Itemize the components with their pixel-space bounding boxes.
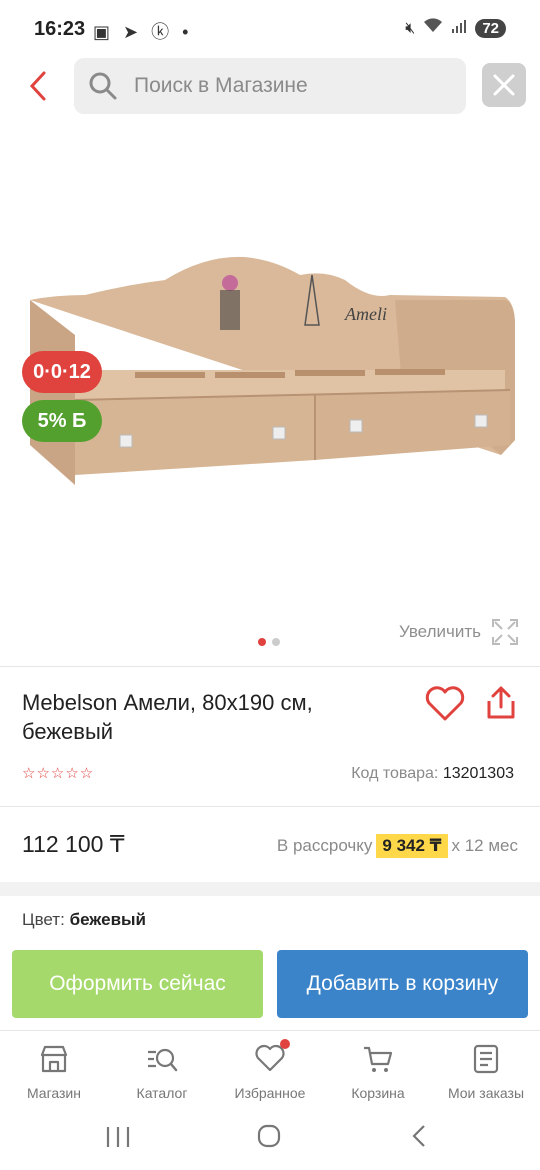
system-nav-bar: [0, 1108, 540, 1170]
back-icon[interactable]: [408, 1123, 432, 1149]
sku-value: 13201303: [442, 765, 514, 782]
product-price: 112 100 ₸: [22, 831, 125, 857]
gallery-dots: [258, 638, 280, 646]
status-bar: 16:23 ▣ ➤ ⓚ • 🔇︎ 72: [0, 0, 540, 56]
status-time: 16:23: [34, 18, 86, 40]
zoom-button[interactable]: Увеличить: [399, 618, 519, 646]
installment-term: x 12 мес: [451, 836, 519, 855]
product-image[interactable]: Ameli: [15, 255, 525, 625]
nav-item-catalog[interactable]: Каталог: [108, 1031, 216, 1106]
product-title: Mebelson Амели, 80x190 см, бежевый: [22, 690, 313, 744]
share-icon: [487, 686, 515, 719]
close-button[interactable]: [482, 63, 526, 107]
nav-item-favorites[interactable]: Избранное: [216, 1031, 324, 1106]
nav-label: Мои заказы: [447, 1085, 525, 1101]
nav-item-cart[interactable]: Корзина: [324, 1031, 432, 1106]
bonus-badge: 5% Б: [22, 400, 102, 442]
back-button[interactable]: [22, 64, 58, 108]
divider: [0, 666, 540, 667]
product-sku: Код товара: 13201303: [351, 765, 514, 783]
favorite-button[interactable]: [424, 684, 466, 724]
color-label: Цвет:: [22, 910, 65, 929]
orders-icon: [473, 1044, 499, 1074]
shop-icon: [40, 1045, 68, 1073]
installment-info[interactable]: В рассрочку 9 342 ₸ x 12 мес: [277, 834, 518, 858]
wifi-icon: [423, 18, 443, 39]
close-icon: [493, 74, 515, 96]
section-divider: [0, 882, 540, 896]
sku-label: Код товара:: [351, 765, 439, 782]
divider: [0, 806, 540, 807]
nav-item-shop[interactable]: Магазин: [0, 1031, 108, 1106]
nav-label: Каталог: [136, 1085, 188, 1101]
bottom-nav: Магазин Каталог Избранное Корзина Мои за…: [0, 1030, 540, 1106]
search-bar[interactable]: [74, 58, 466, 114]
recent-apps-icon[interactable]: [104, 1124, 132, 1150]
heart-icon: [425, 686, 465, 721]
expand-icon: [492, 619, 518, 645]
catalog-search-icon: [148, 1048, 178, 1072]
nav-label: Магазин: [26, 1085, 81, 1101]
signal-icon: [451, 18, 467, 39]
gallery-dot[interactable]: [272, 638, 280, 646]
cart-icon: [364, 1046, 393, 1072]
buy-now-button[interactable]: Оформить сейчас: [12, 950, 263, 1018]
gallery-dot[interactable]: [258, 638, 266, 646]
color-value: бежевый: [69, 910, 146, 929]
mute-icon: 🔇︎: [405, 19, 416, 37]
rating-stars[interactable]: ☆☆☆☆☆: [22, 764, 94, 782]
search-input[interactable]: [134, 74, 434, 98]
nav-label: Избранное: [234, 1085, 306, 1101]
search-icon: [89, 72, 117, 100]
share-button[interactable]: [482, 683, 520, 723]
nav-item-orders[interactable]: Мои заказы: [432, 1031, 540, 1106]
product-gallery[interactable]: Ameli 0·0·12 5% Б Увеличить: [0, 120, 540, 665]
zoom-label: Увеличить: [399, 622, 481, 641]
image-text: Ameli: [344, 304, 387, 324]
notification-dot: [280, 1039, 290, 1049]
color-row: Цвет: бежевый: [22, 910, 146, 930]
home-icon[interactable]: [256, 1123, 282, 1149]
installment-amount: 9 342 ₸: [376, 834, 448, 858]
installment-badge: 0·0·12: [22, 351, 102, 393]
add-to-cart-button[interactable]: Добавить в корзину: [277, 950, 528, 1018]
notification-icons: ▣ ➤ ⓚ •: [93, 22, 193, 42]
installment-label: В рассрочку: [276, 836, 373, 855]
status-right: 🔇︎ 72: [405, 18, 506, 39]
chevron-left-icon: [29, 71, 46, 101]
nav-label: Корзина: [351, 1085, 405, 1101]
battery-indicator: 72: [475, 19, 506, 38]
